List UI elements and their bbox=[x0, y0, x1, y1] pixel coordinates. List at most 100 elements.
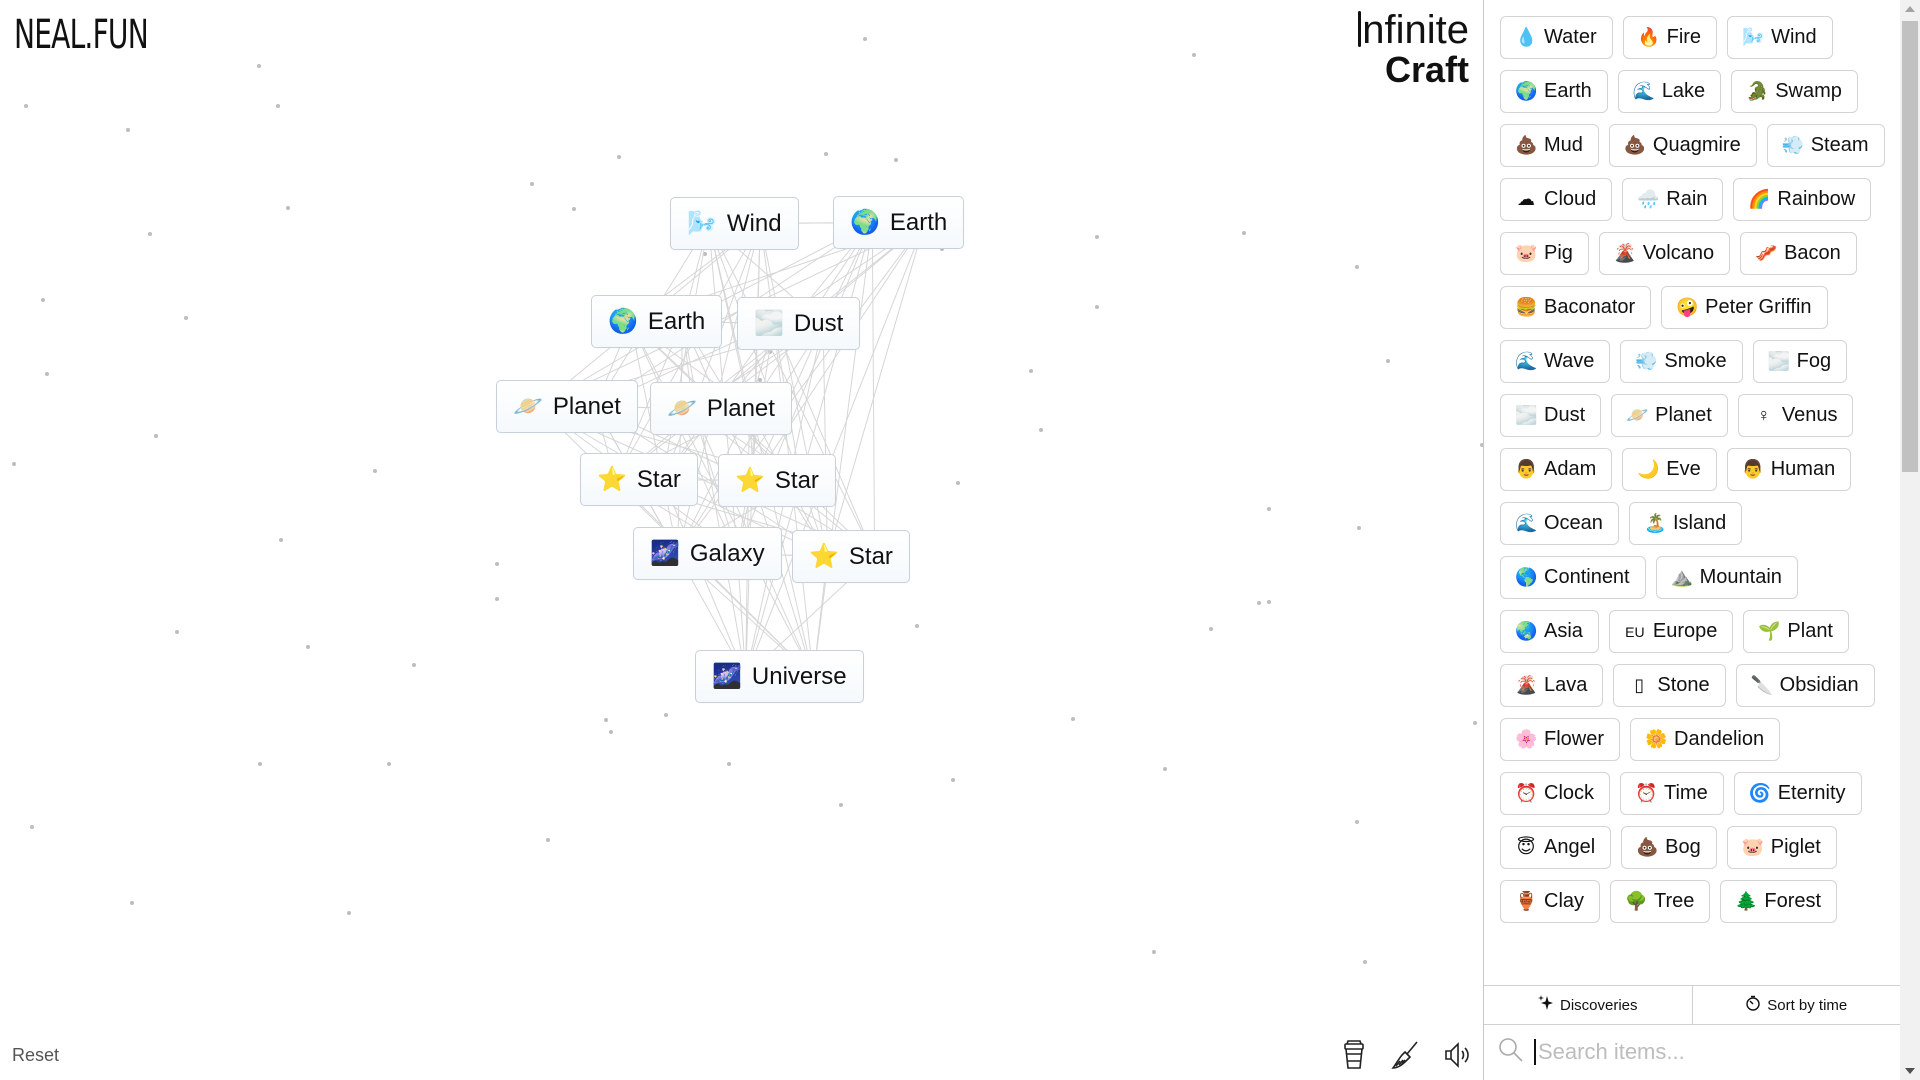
particle bbox=[839, 803, 843, 807]
canvas-item-label: Universe bbox=[751, 662, 847, 690]
sidebar-item-tree[interactable]: 🌳 Tree bbox=[1610, 880, 1711, 923]
sidebar-item-adam[interactable]: 👨 Adam bbox=[1500, 448, 1613, 491]
speaker-icon[interactable] bbox=[1442, 1038, 1474, 1072]
sidebar-scrollbar[interactable] bbox=[1900, 0, 1920, 1080]
sidebar-item-rain[interactable]: 🌧️ Rain bbox=[1622, 178, 1724, 221]
reset-button[interactable]: Reset bbox=[12, 1045, 59, 1066]
canvas-item[interactable]: 🌫️ Dust bbox=[737, 297, 861, 350]
item-label: Lake bbox=[1661, 80, 1706, 102]
sidebar-item-fog[interactable]: 🌫️ Fog bbox=[1752, 340, 1848, 383]
particle bbox=[1029, 369, 1033, 373]
item-emoji-icon: 🌈 bbox=[1748, 189, 1771, 209]
particle bbox=[258, 762, 262, 766]
sidebar-item-angel[interactable]: 😇 Angel bbox=[1500, 826, 1612, 869]
canvas-item[interactable]: ⭐ Star bbox=[718, 454, 836, 507]
connection-line bbox=[662, 223, 710, 480]
item-label: Rain bbox=[1666, 188, 1708, 210]
sidebar-item-time[interactable]: ⏰ Time bbox=[1620, 772, 1724, 815]
scroll-up-arrow-icon[interactable] bbox=[1905, 6, 1915, 12]
crafting-canvas[interactable]: NEAL.FUN nfinite Craft 🌬️ Wind 🌍 Earth 🌍… bbox=[0, 0, 1484, 1080]
sidebar-item-rainbow[interactable]: 🌈 Rainbow bbox=[1733, 178, 1872, 221]
item-label: Swamp bbox=[1775, 80, 1842, 102]
sidebar-item-dust[interactable]: 🌫️ Dust bbox=[1500, 394, 1602, 437]
sidebar-item-lava[interactable]: 🌋 Lava bbox=[1500, 664, 1604, 707]
connection-line bbox=[745, 222, 926, 677]
sidebar-item-smoke[interactable]: 💨 Smoke bbox=[1620, 340, 1743, 383]
particle bbox=[257, 64, 261, 68]
sidebar-item-ocean[interactable]: 🌊 Ocean bbox=[1500, 502, 1619, 545]
sidebar-item-clay[interactable]: 🏺 Clay bbox=[1500, 880, 1601, 923]
sidebar-item-steam[interactable]: 💨 Steam bbox=[1766, 124, 1885, 167]
sidebar-item-mud[interactable]: 💩 Mud bbox=[1500, 124, 1599, 167]
item-label: Eve bbox=[1666, 458, 1701, 480]
sidebar-item-planet[interactable]: 🪐 Planet bbox=[1611, 394, 1728, 437]
canvas-item[interactable]: 🌬️ Wind bbox=[670, 197, 799, 250]
discoveries-button[interactable]: Discoveries bbox=[1484, 986, 1692, 1024]
brand-line-1: nfinite bbox=[1358, 10, 1469, 50]
search-bar bbox=[1484, 1025, 1900, 1079]
sidebar-item-island[interactable]: 🏝️ Island bbox=[1628, 502, 1743, 545]
sidebar-item-dandelion[interactable]: 🌼 Dandelion bbox=[1630, 718, 1781, 761]
canvas-item[interactable]: 🪐 Planet bbox=[496, 380, 638, 433]
sidebar-item-pig[interactable]: 🐷 Pig bbox=[1500, 232, 1589, 275]
search-input[interactable] bbox=[1534, 1039, 1874, 1065]
particle bbox=[373, 469, 377, 473]
sidebar-item-mountain[interactable]: ⛰️ Mountain bbox=[1655, 556, 1798, 599]
sidebar-item-wind[interactable]: 🌬️ Wind bbox=[1727, 16, 1833, 59]
item-label: Dandelion bbox=[1674, 728, 1765, 750]
sidebar-item-water[interactable]: 💧 Water bbox=[1500, 16, 1613, 59]
sort-by-time-button[interactable]: Sort by time bbox=[1691, 986, 1901, 1024]
sidebar-item-flower[interactable]: 🌸 Flower bbox=[1500, 718, 1621, 761]
sidebar-item-fire[interactable]: 🔥 Fire bbox=[1622, 16, 1718, 59]
particle bbox=[1242, 231, 1246, 235]
sidebar-item-clock[interactable]: ⏰ Clock bbox=[1500, 772, 1611, 815]
sidebar-item-eternity[interactable]: 🌀 Eternity bbox=[1733, 772, 1862, 815]
item-label: Water bbox=[1544, 26, 1597, 48]
sidebar-item-europe[interactable]: EU Europe bbox=[1608, 610, 1734, 653]
sidebar-item-obsidian[interactable]: 🔪 Obsidian bbox=[1735, 664, 1875, 707]
sidebar-item-stone[interactable]: ▯ Stone bbox=[1613, 664, 1726, 707]
sidebar-item-eve[interactable]: 🌙 Eve bbox=[1622, 448, 1717, 491]
sidebar-item-venus[interactable]: ♀ Venus bbox=[1737, 394, 1854, 437]
sidebar-item-bacon[interactable]: 🥓 Bacon bbox=[1740, 232, 1857, 275]
canvas-item[interactable]: 🌌 Galaxy bbox=[633, 527, 782, 580]
coffee-cup-icon[interactable] bbox=[1338, 1038, 1370, 1072]
sidebar-item-bog[interactable]: 💩 Bog bbox=[1621, 826, 1717, 869]
scroll-down-arrow-icon[interactable] bbox=[1905, 1068, 1915, 1074]
sidebar-item-quagmire[interactable]: 💩 Quagmire bbox=[1608, 124, 1757, 167]
discoveries-label: Discoveries bbox=[1559, 996, 1638, 1014]
sidebar-item-earth[interactable]: 🌍 Earth bbox=[1500, 70, 1608, 113]
broom-icon[interactable] bbox=[1390, 1038, 1422, 1072]
sidebar-item-volcano[interactable]: 🌋 Volcano bbox=[1598, 232, 1731, 275]
connection-line bbox=[745, 223, 761, 677]
canvas-item[interactable]: 🪐 Planet bbox=[650, 382, 792, 435]
sidebar-item-cloud[interactable]: ☁ Cloud bbox=[1500, 178, 1613, 221]
scrollbar-thumb[interactable] bbox=[1902, 21, 1918, 472]
particle bbox=[130, 901, 134, 905]
item-emoji-icon: 🌼 bbox=[1645, 729, 1668, 749]
sidebar-item-wave[interactable]: 🌊 Wave bbox=[1500, 340, 1611, 383]
canvas-item[interactable]: 🌍 Earth bbox=[833, 196, 965, 249]
canvas-item[interactable]: 🌍 Earth bbox=[591, 295, 723, 348]
sidebar-item-asia[interactable]: 🌏 Asia bbox=[1500, 610, 1599, 653]
item-label: Wind bbox=[1771, 26, 1817, 48]
neal-fun-logo[interactable]: NEAL.FUN bbox=[14, 12, 149, 58]
sidebar-item-peter-griffin[interactable]: 🤪 Peter Griffin bbox=[1661, 286, 1828, 329]
wind-face-icon: 🌬️ bbox=[687, 210, 717, 237]
sidebar-item-forest[interactable]: 🌲 Forest bbox=[1720, 880, 1838, 923]
item-label: Human bbox=[1770, 458, 1836, 480]
canvas-item[interactable]: 🌌 Universe bbox=[695, 650, 864, 703]
sidebar-item-continent[interactable]: 🌎 Continent bbox=[1500, 556, 1646, 599]
item-emoji-icon: 🤪 bbox=[1676, 297, 1699, 317]
item-label: Adam bbox=[1544, 458, 1597, 480]
sidebar-item-lake[interactable]: 🌊 Lake bbox=[1617, 70, 1722, 113]
sidebar-item-baconator[interactable]: 🍔 Baconator bbox=[1500, 286, 1652, 329]
sidebar-item-human[interactable]: 👨 Human bbox=[1726, 448, 1852, 491]
sidebar-item-piglet[interactable]: 🐷 Piglet bbox=[1726, 826, 1837, 869]
canvas-item[interactable]: ⭐ Star bbox=[792, 530, 910, 583]
sidebar-item-plant[interactable]: 🌱 Plant bbox=[1743, 610, 1849, 653]
item-emoji-icon: 💨 bbox=[1635, 351, 1658, 371]
sidebar-item-swamp[interactable]: 🐊 Swamp bbox=[1731, 70, 1858, 113]
canvas-item[interactable]: ⭐ Star bbox=[580, 453, 698, 506]
particle bbox=[604, 718, 608, 722]
